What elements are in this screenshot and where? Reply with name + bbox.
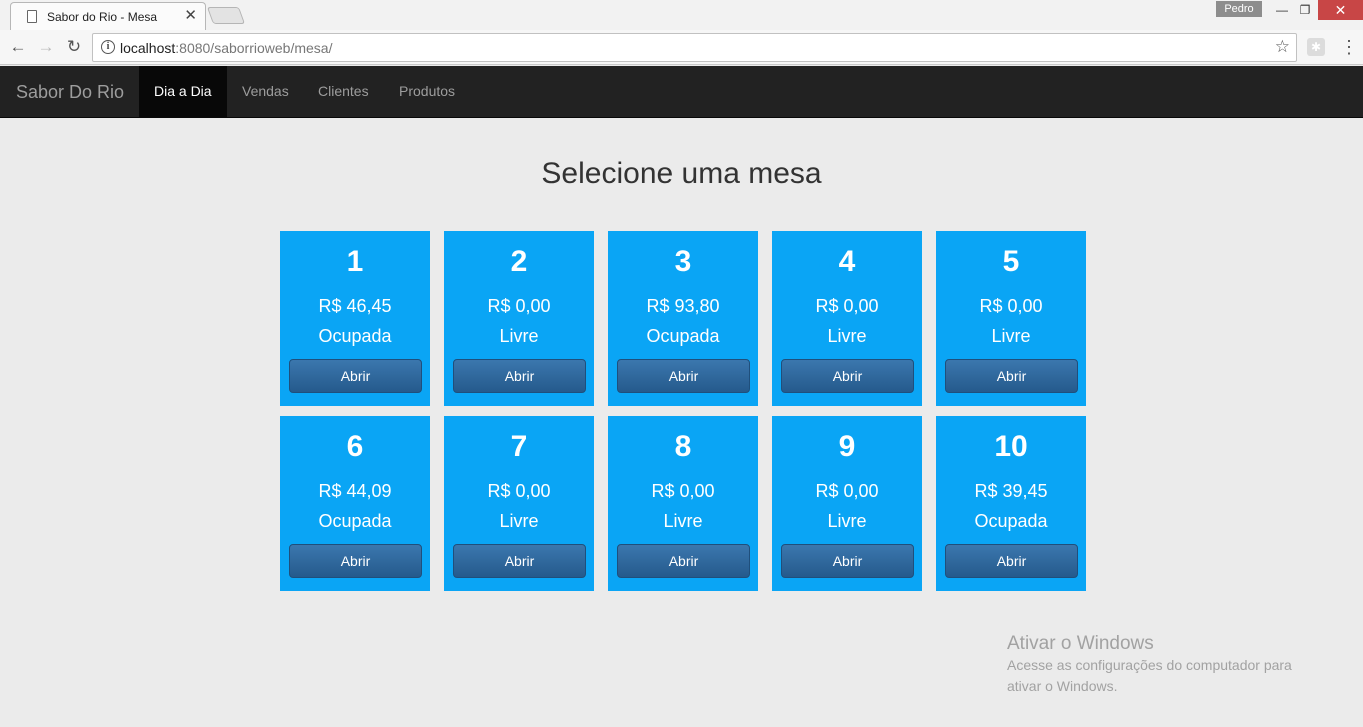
open-table-button[interactable]: Abrir <box>289 359 422 393</box>
tables-grid: 1 R$ 46,45 Ocupada Abrir 2 R$ 0,00 Livre… <box>280 231 1086 591</box>
open-table-button[interactable]: Abrir <box>781 359 914 393</box>
browser-toolbar: ← → ↻ i localhost:8080/saborrioweb/mesa/… <box>0 30 1363 65</box>
table-number: 1 <box>346 245 364 278</box>
table-status: Livre <box>991 326 1031 346</box>
browser-tabstrip: Sabor do Rio - Mesa ✕ Pedro — ❐ ✕ <box>0 0 1363 31</box>
activation-watermark-line: ativar o Windows. <box>1007 678 1118 694</box>
table-card: 3 R$ 93,80 Ocupada Abrir <box>608 231 758 406</box>
table-card: 7 R$ 0,00 Livre Abrir <box>444 416 594 591</box>
table-amount: R$ 93,80 <box>646 296 720 316</box>
table-card: 9 R$ 0,00 Livre Abrir <box>772 416 922 591</box>
table-number: 4 <box>838 245 856 278</box>
table-status: Livre <box>827 326 867 346</box>
table-card: 8 R$ 0,00 Livre Abrir <box>608 416 758 591</box>
star-icon[interactable]: ☆ <box>1275 37 1290 57</box>
table-amount: R$ 0,00 <box>651 481 715 501</box>
nav-item-produtos[interactable]: Produtos <box>384 66 470 117</box>
activation-watermark-title: Ativar o Windows <box>1007 633 1154 654</box>
url-text[interactable]: localhost:8080/saborrioweb/mesa/ <box>120 40 332 56</box>
table-status: Ocupada <box>318 326 392 346</box>
table-number: 7 <box>510 430 528 463</box>
table-amount: R$ 39,45 <box>974 481 1048 501</box>
table-card: 6 R$ 44,09 Ocupada Abrir <box>280 416 430 591</box>
table-amount: R$ 0,00 <box>979 296 1043 316</box>
app-navbar: Sabor Do Rio Dia a Dia Vendas Clientes P… <box>0 66 1363 118</box>
table-amount: R$ 44,09 <box>318 481 392 501</box>
table-amount: R$ 46,45 <box>318 296 392 316</box>
extension-icon[interactable]: ✱ <box>1307 38 1325 56</box>
table-number: 5 <box>1002 245 1020 278</box>
open-table-button[interactable]: Abrir <box>453 544 586 578</box>
table-card: 1 R$ 46,45 Ocupada Abrir <box>280 231 430 406</box>
table-status: Ocupada <box>974 511 1048 531</box>
table-card: 10 R$ 39,45 Ocupada Abrir <box>936 416 1086 591</box>
kebab-menu-icon[interactable]: ⋮ <box>1340 36 1358 58</box>
table-status: Livre <box>499 511 539 531</box>
table-status: Ocupada <box>646 326 720 346</box>
table-number: 8 <box>674 430 692 463</box>
close-tab-icon[interactable]: ✕ <box>184 7 197 25</box>
open-table-button[interactable]: Abrir <box>617 359 750 393</box>
back-arrow-icon[interactable]: ← <box>6 36 30 58</box>
table-amount: R$ 0,00 <box>487 296 551 316</box>
table-card: 4 R$ 0,00 Livre Abrir <box>772 231 922 406</box>
table-number: 2 <box>510 245 528 278</box>
table-card: 5 R$ 0,00 Livre Abrir <box>936 231 1086 406</box>
table-status: Ocupada <box>318 511 392 531</box>
table-number: 10 <box>994 430 1028 463</box>
page-title: Selecione uma mesa <box>541 157 822 190</box>
open-table-button[interactable]: Abrir <box>453 359 586 393</box>
open-table-button[interactable]: Abrir <box>945 359 1078 393</box>
browser-tab[interactable]: Sabor do Rio - Mesa ✕ <box>10 2 206 31</box>
table-card: 2 R$ 0,00 Livre Abrir <box>444 231 594 406</box>
table-amount: R$ 0,00 <box>815 296 879 316</box>
table-amount: R$ 0,00 <box>815 481 879 501</box>
nav-item-clientes[interactable]: Clientes <box>303 66 384 117</box>
reload-icon[interactable]: ↻ <box>62 36 86 58</box>
table-status: Livre <box>663 511 703 531</box>
nav-item-vendas[interactable]: Vendas <box>227 66 304 117</box>
open-table-button[interactable]: Abrir <box>781 544 914 578</box>
document-icon <box>27 10 37 23</box>
activation-watermark-line: Acesse as configurações do computador pa… <box>1007 657 1292 673</box>
new-tab-button[interactable] <box>206 7 246 24</box>
open-table-button[interactable]: Abrir <box>945 544 1078 578</box>
open-table-button[interactable]: Abrir <box>617 544 750 578</box>
tab-title: Sabor do Rio - Mesa <box>47 10 158 24</box>
url-host: localhost <box>120 40 176 56</box>
restore-icon[interactable]: ❐ <box>1290 0 1320 20</box>
address-bar[interactable]: i localhost:8080/saborrioweb/mesa/ ☆ <box>92 33 1297 62</box>
forward-arrow-icon[interactable]: → <box>34 36 58 58</box>
url-path: :8080/saborrioweb/mesa/ <box>175 40 333 56</box>
close-window-icon[interactable]: ✕ <box>1318 0 1363 20</box>
table-number: 6 <box>346 430 364 463</box>
nav-item-dia-a-dia[interactable]: Dia a Dia <box>139 66 227 117</box>
table-status: Livre <box>827 511 867 531</box>
brand-link[interactable]: Sabor Do Rio <box>16 82 124 103</box>
table-number: 9 <box>838 430 856 463</box>
info-icon[interactable]: i <box>101 40 115 54</box>
table-status: Livre <box>499 326 539 346</box>
open-table-button[interactable]: Abrir <box>289 544 422 578</box>
profile-badge[interactable]: Pedro <box>1216 1 1262 17</box>
table-amount: R$ 0,00 <box>487 481 551 501</box>
table-number: 3 <box>674 245 692 278</box>
